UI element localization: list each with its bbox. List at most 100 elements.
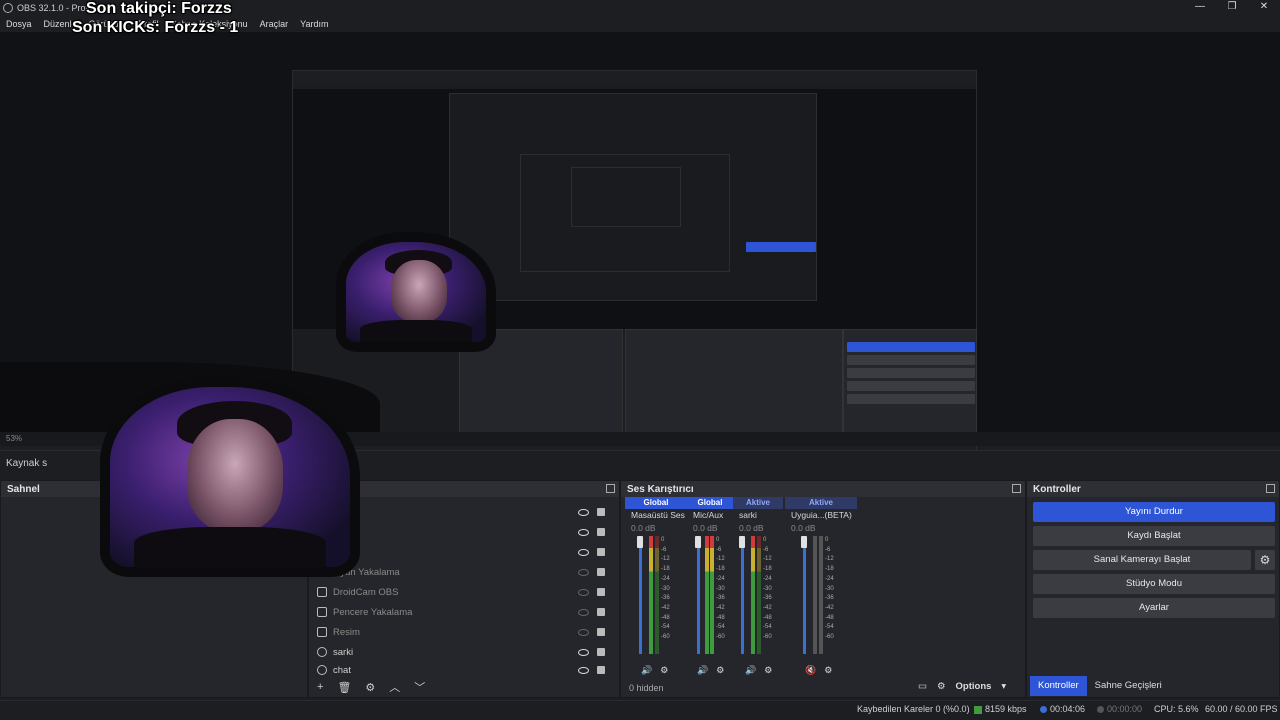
sources-toolbar: + 🗑 ⚙ ︿ ﹀ <box>309 677 619 697</box>
nested-stop-button <box>847 342 975 352</box>
nested-mixer-dock <box>625 329 843 441</box>
sarki-controls: 🔊 ⚙ <box>745 665 772 676</box>
lock-icon[interactable] <box>597 608 605 616</box>
monitor-icon[interactable]: ▭ <box>918 681 927 692</box>
close-icon[interactable]: ✕ <box>1248 0 1280 14</box>
eye-off-icon[interactable] <box>578 588 589 596</box>
volume-knob[interactable] <box>637 536 643 548</box>
volume-slider[interactable] <box>697 536 700 654</box>
nested-controls-dock <box>843 329 977 441</box>
source-item-oyun-yakalama[interactable]: Oyun Yakalama <box>317 563 615 581</box>
options-dropdown[interactable]: Options <box>956 681 992 692</box>
undock-icon[interactable] <box>1266 484 1275 493</box>
nested-sources-dock <box>459 329 623 441</box>
nested-titlebar <box>293 71 976 85</box>
mixer-header: Ses Karıştırıcı <box>621 481 1025 497</box>
channel-db: 0.0 dB <box>739 523 764 533</box>
tab-sahne-gecisleri[interactable]: Sahne Geçişleri <box>1087 676 1170 696</box>
eye-icon[interactable] <box>578 666 589 674</box>
settings-icon[interactable]: ⚙ <box>660 665 668 676</box>
webcam-shirt <box>134 527 326 567</box>
nested-level-4 <box>571 167 681 227</box>
source-item-pencere[interactable]: Pencere Yakalama <box>317 603 615 621</box>
channel-name[interactable]: Masaüstü Ses <box>625 509 687 522</box>
arrow-up-icon[interactable]: ︿ <box>389 679 400 695</box>
settings-icon[interactable]: ⚙ <box>824 665 832 676</box>
eye-icon[interactable] <box>578 508 589 516</box>
eye-icon[interactable] <box>578 648 589 656</box>
eye-off-icon[interactable] <box>578 568 589 576</box>
speaker-icon[interactable]: 🔊 <box>641 665 652 676</box>
app-controls: 🔇 ⚙ <box>805 665 832 676</box>
source-item-blank[interactable] <box>317 503 615 521</box>
webcam-face <box>186 419 283 531</box>
chevron-down-icon[interactable]: ▾ <box>1001 681 1006 692</box>
stop-stream-button[interactable]: Yayını Durdur <box>1033 502 1275 522</box>
mixer-title: Ses Karıştırıcı <box>627 483 694 495</box>
speaker-icon[interactable]: 🔊 <box>745 665 756 676</box>
undock-icon[interactable] <box>606 484 615 493</box>
lock-icon[interactable] <box>597 628 605 636</box>
lock-icon[interactable] <box>597 508 605 516</box>
maximize-icon[interactable]: ❐ <box>1216 0 1248 14</box>
obs-logo-icon <box>3 3 13 13</box>
lock-icon[interactable] <box>597 588 605 596</box>
studio-mode-button[interactable]: Stüdyo Modu <box>1033 574 1275 594</box>
add-icon[interactable]: + <box>317 681 323 693</box>
volume-knob[interactable] <box>695 536 701 548</box>
eye-off-icon[interactable] <box>578 608 589 616</box>
trash-icon[interactable]: 🗑 <box>337 681 351 694</box>
arrow-down-icon[interactable]: ﹀ <box>414 679 425 695</box>
menu-yardim[interactable]: Yardım <box>300 19 328 29</box>
rec-time-status: 00:00:00 <box>1097 704 1142 714</box>
volume-knob[interactable] <box>739 536 745 548</box>
channel-name[interactable]: Uyguia...(BETA) <box>785 509 857 522</box>
undock-icon[interactable] <box>1012 484 1021 493</box>
start-record-button[interactable]: Kaydı Başlat <box>1033 526 1275 546</box>
source-name: DroidCam OBS <box>333 586 399 598</box>
tab-kontroller[interactable]: Kontroller <box>1030 676 1087 696</box>
channel-name[interactable]: sarki <box>733 509 783 522</box>
eye-off-icon[interactable] <box>578 628 589 636</box>
channel-meter: 0 -6 -12 -18 -24 -30 -36 -42 -48 -54 -60 <box>733 536 783 656</box>
volume-slider[interactable] <box>803 536 806 654</box>
start-virtual-camera-button[interactable]: Sanal Kamerayı Başlat <box>1033 550 1251 570</box>
settings-icon[interactable]: ⚙ <box>764 665 772 676</box>
lock-icon[interactable] <box>597 648 605 656</box>
lock-icon[interactable] <box>597 666 605 674</box>
preview-canvas[interactable] <box>0 32 1280 567</box>
volume-slider[interactable] <box>639 536 642 654</box>
virtual-camera-settings-icon[interactable]: ⚙ <box>1255 550 1275 570</box>
source-item-blank[interactable] <box>317 523 615 541</box>
settings-button[interactable]: Ayarlar <box>1033 598 1275 618</box>
dropped-frames: Kaybedilen Kareler 0 (%0.0) <box>857 704 970 714</box>
eye-icon[interactable] <box>578 548 589 556</box>
minimize-icon[interactable]: — <box>1184 0 1216 14</box>
channel-db: 0.0 dB <box>631 523 656 533</box>
menu-araclar[interactable]: Araçlar <box>260 19 289 29</box>
level-meter <box>649 536 653 654</box>
lock-icon[interactable] <box>597 528 605 536</box>
browser-icon <box>317 665 327 675</box>
cpu-usage: CPU: 5.6% <box>1154 704 1199 714</box>
config-icon[interactable]: ⚙ <box>937 681 946 692</box>
source-item-sarki[interactable]: sarki <box>317 643 615 661</box>
lock-icon[interactable] <box>597 568 605 576</box>
speaker-icon[interactable]: 🔊 <box>697 665 708 676</box>
source-item-droidcam[interactable]: DroidCam OBS <box>317 583 615 601</box>
gear-icon[interactable]: ⚙ <box>365 681 375 694</box>
db-scale: 0 -6 -12 -18 -24 -30 -36 -42 -48 -54 -60 <box>661 537 670 641</box>
channel-name[interactable]: Mic/Aux <box>687 509 733 522</box>
game-capture-icon <box>317 567 327 577</box>
menu-dosya[interactable]: Dosya <box>6 19 32 29</box>
volume-slider[interactable] <box>741 536 744 654</box>
muted-speaker-icon[interactable]: 🔇 <box>805 665 816 676</box>
source-item-resim[interactable]: Resim <box>317 623 615 641</box>
volume-knob[interactable] <box>801 536 807 548</box>
lock-icon[interactable] <box>597 548 605 556</box>
webcam-face <box>390 260 447 322</box>
mixer-channel-sarki: Aktive sarki 0.0 dB 0 -6 -12 -18 -24 -30 -36 -4… <box>733 497 783 656</box>
settings-icon[interactable]: ⚙ <box>716 665 724 676</box>
eye-icon[interactable] <box>578 528 589 536</box>
source-item-blank[interactable] <box>317 543 615 561</box>
